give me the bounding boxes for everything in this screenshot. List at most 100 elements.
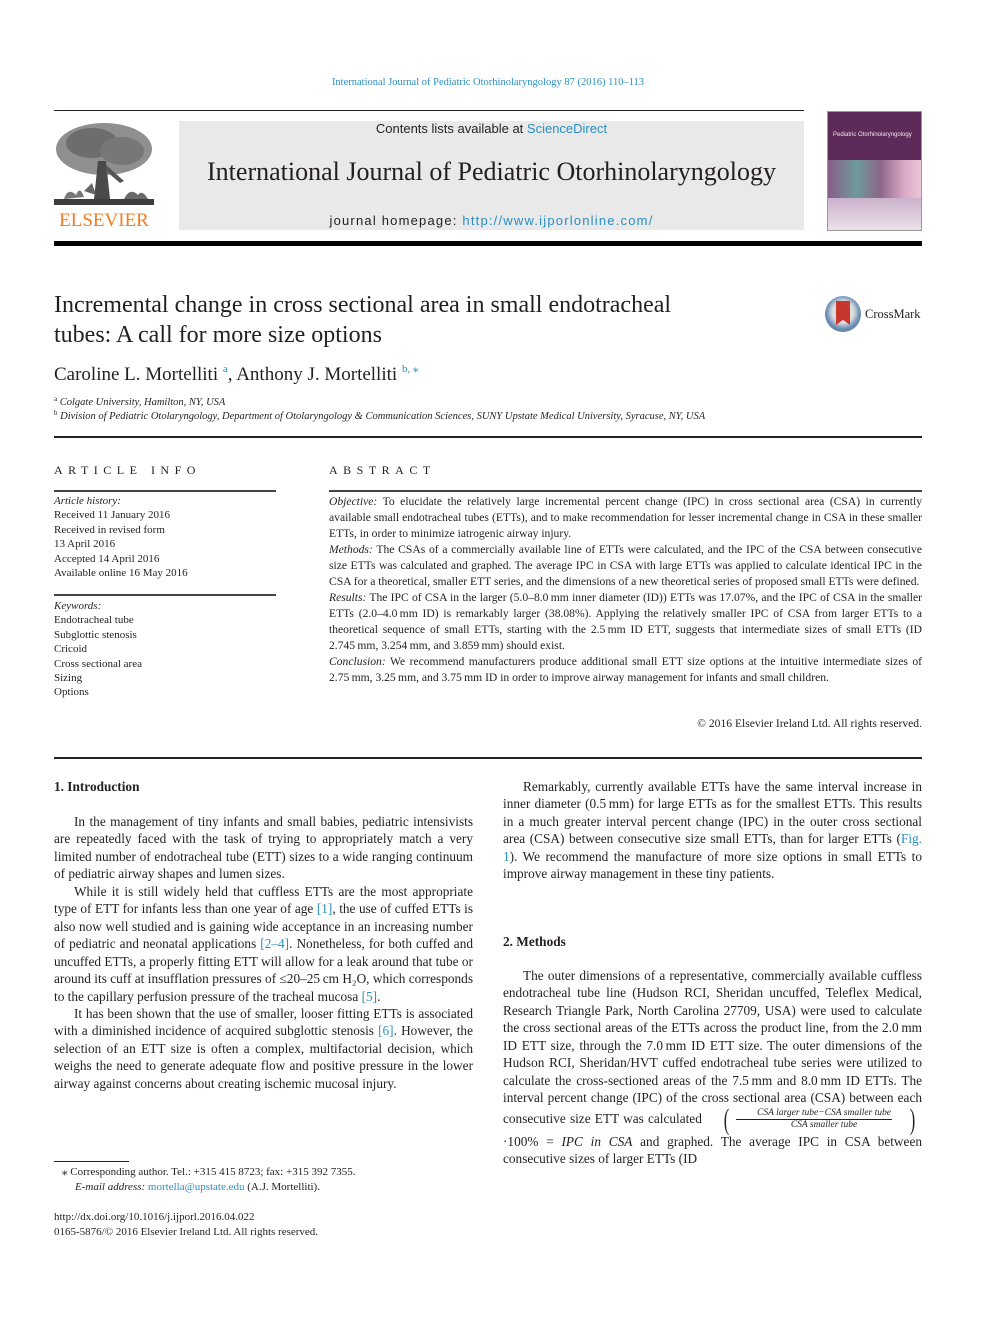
abstract-body: Objective: To elucidate the relatively l… <box>329 494 922 686</box>
history-item: Received 11 January 2016 <box>54 509 170 522</box>
contents-prefix: Contents lists available at <box>375 121 527 136</box>
affiliation-marker: b <box>54 409 58 417</box>
article-title-line2: tubes: A call for more size options <box>54 322 382 348</box>
intro-paragraph-2: While it is still widely held that cuffl… <box>54 883 473 1005</box>
abstract-results-label: Results: <box>329 591 367 604</box>
ipc-formula: ( CSA larger tube−CSA smaller tube CSA sma… <box>706 1102 922 1136</box>
elsevier-logo[interactable]: ELSEVIER <box>54 121 154 233</box>
paragraph-text: ). We recommend the manufacture of more … <box>503 848 922 882</box>
running-head[interactable]: International Journal of Pediatric Otorh… <box>0 77 976 88</box>
affiliation-text: Colgate University, Hamilton, NY, USA <box>59 397 226 408</box>
abstract-conclusion-label: Conclusion: <box>329 655 386 668</box>
author-separator: , <box>227 364 237 385</box>
reference-link[interactable]: [6] <box>378 1023 394 1038</box>
formula-result: IPC in CSA <box>561 1133 633 1149</box>
methods-paragraph-1: The outer dimensions of a representative… <box>503 967 922 1168</box>
cover-bottom-band <box>828 198 921 230</box>
elsevier-tree-icon <box>54 121 154 209</box>
issn-copyright: 0165-5876/© 2016 Elsevier Ireland Ltd. A… <box>54 1226 319 1238</box>
intro-paragraph-3: It has been shown that the use of smalle… <box>54 1005 473 1092</box>
history-label: Article history: <box>54 495 121 507</box>
methods-heading: 2. Methods <box>503 934 566 949</box>
right-column: Remarkably, currently available ETTs hav… <box>503 778 922 883</box>
affiliation-a: a Colgate University, Hamilton, NY, USA <box>54 395 225 408</box>
article-title-line1: Incremental change in cross sectional ar… <box>54 292 672 318</box>
journal-cover-thumbnail[interactable]: Pediatric Otorhinolaryngology <box>827 111 922 231</box>
corresponding-author-footnote: ⁎ Corresponding author. Tel.: +315 415 8… <box>62 1166 356 1178</box>
abstract-objective-text: To elucidate the relatively large increm… <box>329 495 922 540</box>
masthead-bottom-rule <box>54 241 922 246</box>
article-info-heading: ARTICLE INFO <box>54 463 201 477</box>
abstract-conclusion: Conclusion: We recommend manufacturers p… <box>329 654 922 686</box>
email-label: E-mail address: <box>75 1181 148 1193</box>
affiliation-marker: a <box>54 395 58 403</box>
abstract-conclusion-text: We recommend manufacturers produce addit… <box>329 655 922 684</box>
abstract-divider <box>54 757 922 759</box>
affiliation-link[interactable]: b, ⁎ <box>402 363 419 375</box>
article-title: Incremental change in cross sectional ar… <box>54 290 794 350</box>
paragraph-text: In the management of tiny infants and sm… <box>54 814 473 882</box>
masthead-box: Contents lists available at ScienceDirec… <box>179 121 804 230</box>
journal-title: International Journal of Pediatric Otorh… <box>207 157 776 186</box>
cover-title: Pediatric Otorhinolaryngology <box>833 132 912 138</box>
introduction-heading: 1. Introduction <box>54 779 140 794</box>
formula-denominator: CSA smaller tube <box>790 1120 858 1131</box>
formula-fraction: CSA larger tube−CSA smaller tube CSA smal… <box>736 1108 892 1131</box>
elsevier-wordmark: ELSEVIER <box>59 210 149 231</box>
crossmark-button[interactable]: CrossMark <box>825 296 925 336</box>
left-column: In the management of tiny infants and sm… <box>54 813 473 1092</box>
email-suffix: (A.J. Mortelliti). <box>244 1181 320 1193</box>
masthead-top-rule <box>54 110 804 111</box>
formula-paren: ( <box>723 1102 730 1136</box>
author-name[interactable]: Anthony J. Mortelliti <box>236 364 397 385</box>
paragraph-text: The outer dimensions of a representative… <box>503 968 922 1126</box>
email-link[interactable]: mortella@upstate.edu <box>148 1181 245 1193</box>
history-item: Available online 16 May 2016 <box>54 567 188 580</box>
keyword-item: Endotracheal tube <box>54 614 134 627</box>
sciencedirect-link[interactable]: ScienceDirect <box>527 121 607 136</box>
affiliation-b: b Division of Pediatric Otolaryngology, … <box>54 409 705 422</box>
keywords: Keywords: Endotracheal tube Subglottic s… <box>54 599 142 700</box>
contents-line: Contents lists available at ScienceDirec… <box>179 121 804 136</box>
header-divider <box>54 436 922 438</box>
abstract-methods-label: Methods: <box>329 543 373 556</box>
reference-link[interactable]: [2–4] <box>260 936 289 951</box>
homepage-prefix: journal homepage: <box>329 213 463 228</box>
doi-link[interactable]: http://dx.doi.org/10.1016/j.ijporl.2016.… <box>54 1211 255 1223</box>
keyword-item: Cricoid <box>54 643 87 656</box>
homepage-link[interactable]: http://www.ijporlonline.com/ <box>462 213 653 228</box>
paragraph-text: . <box>377 988 381 1004</box>
formula-numerator: CSA larger tube−CSA smaller tube <box>736 1108 892 1121</box>
abstract-heading: ABSTRACT <box>329 463 436 477</box>
author-list: Caroline L. Mortelliti a, Anthony J. Mor… <box>54 362 418 386</box>
homepage-line: journal homepage: http://www.ijporlonlin… <box>179 213 804 228</box>
keyword-item: Cross sectional area <box>54 657 142 670</box>
reference-link[interactable]: [1] <box>317 901 333 916</box>
abstract-methods-text: The CSAs of a commercially available lin… <box>329 543 922 588</box>
keyword-item: Sizing <box>54 672 83 685</box>
affiliation-text: Division of Pediatric Otolaryngology, De… <box>60 411 706 422</box>
abstract-results: Results: The IPC of CSA in the larger (5… <box>329 590 922 654</box>
abstract-results-text: The IPC of CSA in the larger (5.0–8.0 mm… <box>329 591 922 652</box>
intro-paragraph-1: In the management of tiny infants and sm… <box>54 813 473 883</box>
history-item: 13 April 2016 <box>54 538 116 551</box>
email-footnote: E-mail address: mortella@upstate.edu (A.… <box>75 1180 320 1195</box>
abstract-objective: Objective: To elucidate the relatively l… <box>329 494 922 542</box>
abstract-copyright: © 2016 Elsevier Ireland Ltd. All rights … <box>697 717 922 730</box>
formula-paren: ) <box>909 1102 916 1136</box>
formula-rest: ·100% = <box>503 1133 562 1149</box>
author-name[interactable]: Caroline L. Mortelliti <box>54 364 218 385</box>
history-item: Received in revised form <box>54 523 165 536</box>
crossmark-label: CrossMark <box>865 307 921 321</box>
article-info-rule <box>54 490 276 492</box>
article-history: Article history: Received 11 January 201… <box>54 494 188 580</box>
keywords-rule <box>54 594 276 596</box>
paragraph-text: Remarkably, currently available ETTs hav… <box>503 779 922 847</box>
methods-column: The outer dimensions of a representative… <box>503 967 922 1168</box>
history-item: Accepted 14 April 2016 <box>54 552 160 565</box>
reference-link[interactable]: [5] <box>362 989 378 1004</box>
abstract-objective-label: Objective: <box>329 495 378 508</box>
cover-world-map-image <box>828 160 921 198</box>
footnote-rule <box>54 1161 129 1162</box>
abstract-methods: Methods: The CSAs of a commercially avai… <box>329 542 922 590</box>
